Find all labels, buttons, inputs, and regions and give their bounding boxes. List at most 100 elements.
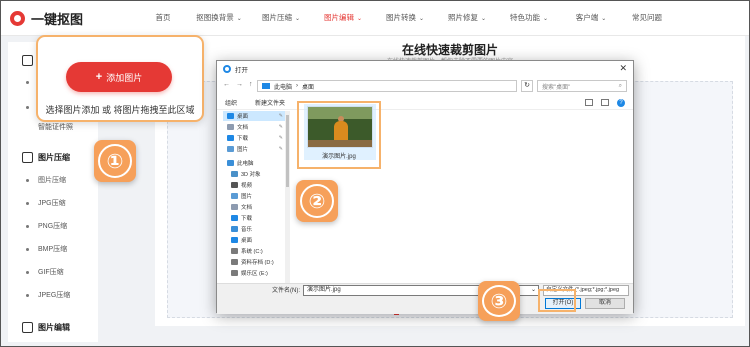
tree-item[interactable]: 下载 ✎ [223, 133, 285, 143]
nav-item-label: 图片转换 [385, 13, 416, 22]
new-folder-button[interactable]: 新建文件夹 [255, 98, 285, 107]
pin-icon[interactable]: ✎ [279, 135, 283, 141]
tree-item[interactable]: 桌面 ✎ [223, 111, 285, 121]
sidebar-item-id-photo[interactable]: 智能证件照 [26, 120, 73, 134]
chevron-down-icon: ⌄ [418, 16, 425, 22]
preview-pane-icon[interactable] [601, 98, 609, 106]
sidebar-item-label: JPEG压缩 [38, 292, 71, 299]
nav-item[interactable]: 照片修复 ⌄ [436, 0, 498, 36]
pin-icon[interactable]: ✎ [279, 113, 283, 119]
sidebar-item-label: BMP压缩 [38, 246, 68, 253]
nav-item-label: 图片压缩 [261, 13, 292, 22]
step-number: ② [308, 190, 326, 213]
breadcrumb-desktop[interactable]: 桌面 [302, 82, 314, 91]
nav-item[interactable]: 特色功能 ⌄ [498, 0, 560, 36]
tree-item[interactable]: 图片 [223, 191, 285, 201]
bullet-icon [26, 80, 29, 84]
tree-item[interactable]: 3D 对象 [223, 169, 285, 179]
search-icon: ⌕ [618, 82, 622, 89]
folder-icon [227, 135, 234, 141]
folder-icon [231, 226, 238, 232]
step-callout-2: ② [296, 180, 338, 222]
sidebar-item[interactable]: GIF压缩 [26, 265, 64, 279]
organize-button[interactable]: 组织 [225, 98, 237, 107]
sidebar-item[interactable]: 图片压缩 [26, 173, 66, 187]
forward-arrow-icon[interactable]: → [236, 81, 243, 88]
address-bar[interactable]: 此电脑 › 桌面 [257, 80, 517, 92]
sidebar-group-label: 图片编辑 [38, 322, 70, 332]
dialog-titlebar: 打开 ✕ [217, 61, 633, 77]
tree-item[interactable]: 文档 ✎ [223, 122, 285, 132]
plus-icon: + [95, 71, 103, 83]
folder-icon [231, 248, 238, 254]
bullet-icon [26, 293, 29, 297]
breadcrumb-pc[interactable]: 此电脑 [274, 82, 292, 91]
tree-item[interactable]: 下载 [223, 213, 285, 223]
file-thumbnail[interactable] [307, 106, 373, 148]
close-icon[interactable]: ✕ [619, 63, 627, 74]
logo-text: 一键抠图 [31, 12, 84, 27]
tree-item-label: 桌面 [237, 114, 249, 120]
nav-item[interactable]: 图片编辑 ⌄ [312, 0, 374, 36]
tree-scrollbar[interactable] [285, 111, 290, 283]
view-mode-icon[interactable] [585, 98, 593, 106]
nav-item[interactable]: 抠图换背景 ⌄ [188, 0, 250, 36]
tree-item[interactable]: 文档 [223, 202, 285, 212]
top-navigation: 一键抠图 首页 抠图换背景 ⌄ 图片压缩 ⌄ 图片编辑 ⌄ 图片转换 ⌄ 照片修复 ⌄ 特色功能 ⌄ 客户… [0, 0, 750, 36]
refresh-icon[interactable]: ↻ [521, 80, 533, 92]
search-input[interactable]: 搜索"桌面" ⌕ [537, 80, 627, 92]
folder-icon [227, 160, 234, 166]
nav-item[interactable]: 图片压缩 ⌄ [250, 0, 312, 36]
nav-item[interactable]: 常见问题 [622, 0, 672, 36]
back-arrow-icon[interactable]: ← [223, 81, 230, 88]
chevron-down-icon: ⌄ [356, 16, 363, 22]
bullet-icon [26, 270, 29, 274]
tree-item[interactable]: 视频 [223, 180, 285, 190]
pin-icon[interactable]: ✎ [279, 146, 283, 152]
sidebar-item-label: GIF压缩 [38, 269, 64, 276]
file-name[interactable]: 演示图片.jpg [299, 151, 379, 160]
nav-item[interactable]: 首页 [138, 0, 188, 36]
cancel-button[interactable]: 取消 [585, 298, 625, 309]
sidebar-item[interactable]: JPEG压缩 [26, 288, 70, 302]
folder-icon [231, 193, 238, 199]
step-callout-1: ① [94, 140, 136, 182]
bullet-icon [26, 224, 29, 228]
tree-item[interactable]: 此电脑 [223, 158, 285, 168]
step-callout-3: ③ [478, 281, 520, 321]
nav-item-label: 常见问题 [632, 13, 662, 22]
nav-item[interactable]: 图片转换 ⌄ [374, 0, 436, 36]
chevron-down-icon[interactable]: ⌄ [531, 286, 536, 295]
nav-item[interactable]: 客户端 ⌄ [560, 0, 622, 36]
nav-item-label: 图片编辑 [323, 13, 354, 22]
dialog-toolbar: 组织 新建文件夹 ? [217, 96, 633, 110]
tree-item[interactable]: 资料存档 (D:) [223, 257, 285, 267]
pin-icon[interactable]: ✎ [279, 124, 283, 130]
tree-item-label: 视频 [241, 183, 253, 189]
add-image-button[interactable]: + 添加图片 [66, 62, 172, 92]
tree-item[interactable]: 娱乐区 (E:) [223, 268, 285, 278]
chevron-down-icon: ⌄ [294, 16, 301, 22]
help-icon[interactable]: ? [617, 98, 625, 107]
tree-item[interactable]: 音乐 [223, 224, 285, 234]
chevron-down-icon: ⌄ [601, 16, 607, 22]
filename-label: 文件名(N): [272, 288, 300, 294]
up-arrow-icon[interactable]: ↑ [249, 81, 253, 88]
sidebar-item[interactable]: JPG压缩 [26, 196, 66, 210]
tree-item[interactable]: 桌面 [223, 235, 285, 245]
tree-item[interactable]: 系统 (C:) [223, 246, 285, 256]
sidebar-group-compress[interactable]: 图片压缩 [8, 147, 98, 167]
sidebar-group-edit[interactable]: 图片编辑 [8, 317, 98, 337]
nav-item-label: 首页 [155, 13, 171, 22]
folder-icon [231, 182, 238, 188]
sidebar-item[interactable]: BMP压缩 [26, 242, 67, 256]
tree-item[interactable]: 图片 ✎ [223, 144, 285, 154]
tree-item-label: 此电脑 [237, 161, 254, 167]
sidebar-item[interactable]: PNG压缩 [26, 219, 67, 233]
tree-item-label: 图片 [241, 194, 253, 200]
tree-item-label: 图片 [237, 147, 249, 153]
bullet-icon [26, 178, 29, 182]
tree-item-label: 文档 [237, 125, 249, 131]
site-logo[interactable]: 一键抠图 [10, 9, 83, 28]
nav-arrows: ← → ↑ [223, 81, 253, 88]
